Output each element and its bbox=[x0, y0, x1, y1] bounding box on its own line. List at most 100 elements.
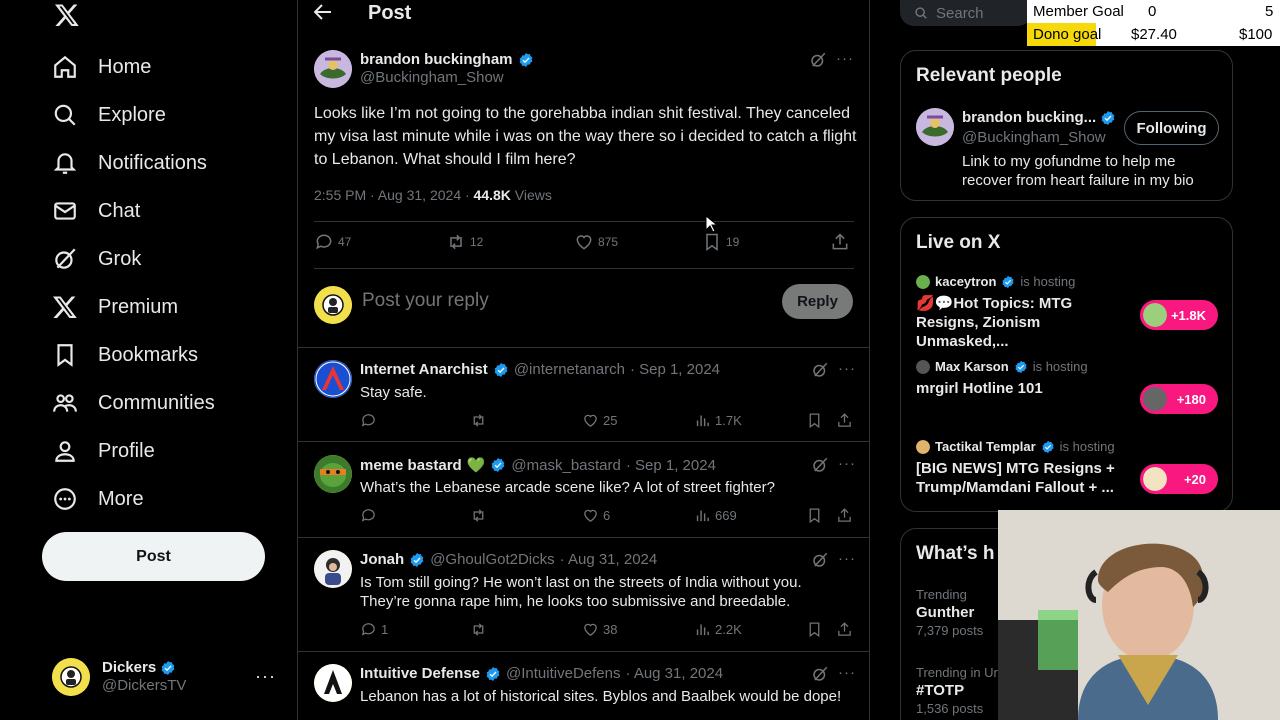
bookmark-button[interactable] bbox=[806, 507, 823, 524]
relevant-person-name[interactable]: brandon bucking... bbox=[962, 109, 1116, 126]
more-icon[interactable]: ··· bbox=[838, 550, 856, 567]
grok-icon[interactable] bbox=[811, 456, 829, 474]
views-button[interactable]: 2.2K bbox=[694, 621, 742, 638]
like-button[interactable]: 38 bbox=[582, 621, 617, 638]
listener-pill[interactable]: +1.8K bbox=[1140, 300, 1218, 330]
reply-author-handle[interactable]: @IntuitiveDefens bbox=[506, 665, 620, 682]
reply-button[interactable] bbox=[360, 507, 381, 524]
reply-button[interactable]: 47 bbox=[314, 232, 351, 252]
nav-communities[interactable]: Communities bbox=[52, 383, 215, 423]
live-space-item[interactable]: Tactikal Templar is hosting [BIG NEWS] M… bbox=[916, 439, 1221, 497]
reply-author-name[interactable]: Intuitive Defense bbox=[360, 665, 480, 682]
host-name: kaceytron bbox=[935, 274, 997, 289]
reply-date[interactable]: · Aug 31, 2024 bbox=[625, 665, 723, 682]
like-button[interactable]: 6 bbox=[582, 507, 610, 524]
back-arrow-icon[interactable] bbox=[313, 4, 332, 25]
reply-item[interactable]: Intuitive Defense @IntuitiveDefens · Aug… bbox=[298, 652, 870, 720]
repost-button[interactable]: 12 bbox=[446, 232, 483, 252]
account-switcher[interactable]: Dickers @DickersTV ··· bbox=[52, 656, 280, 698]
nav-more[interactable]: More bbox=[52, 479, 144, 519]
nav-premium[interactable]: Premium bbox=[52, 287, 178, 327]
reply-author-handle[interactable]: @mask_bastard bbox=[511, 457, 620, 474]
heart-icon bbox=[584, 509, 597, 522]
bookmark-count: 19 bbox=[726, 235, 740, 249]
more-icon[interactable]: ··· bbox=[836, 50, 854, 67]
verified-badge-icon bbox=[494, 362, 508, 377]
member-goal-current: 0 bbox=[1148, 3, 1157, 20]
listener-pill[interactable]: +180 bbox=[1140, 384, 1218, 414]
search-input[interactable]: Search bbox=[900, 0, 1032, 26]
share-button[interactable] bbox=[830, 232, 850, 252]
listener-pill[interactable]: +20 bbox=[1140, 464, 1218, 494]
relevant-person-handle[interactable]: @Buckingham_Show bbox=[962, 129, 1106, 146]
tweet-author-name[interactable]: brandon buckingham bbox=[360, 51, 534, 68]
share-button[interactable] bbox=[836, 621, 853, 638]
live-space-item[interactable]: kaceytron is hosting 💋💬Hot Topics: MTG R… bbox=[916, 274, 1221, 351]
views-button[interactable]: 1.7K bbox=[694, 412, 742, 429]
bookmark-button[interactable] bbox=[806, 621, 823, 638]
search-icon bbox=[915, 7, 927, 19]
reply-count: 1 bbox=[381, 622, 389, 637]
avatar[interactable] bbox=[314, 50, 352, 88]
reply-author-name[interactable]: meme bastard bbox=[360, 457, 462, 474]
reply-author-handle[interactable]: @GhoulGot2Dicks bbox=[430, 551, 554, 568]
bookmark-button[interactable] bbox=[806, 412, 823, 429]
share-button[interactable] bbox=[836, 412, 853, 429]
nav-home[interactable]: Home bbox=[52, 47, 151, 87]
more-icon[interactable]: ··· bbox=[255, 666, 276, 687]
avatar[interactable] bbox=[314, 455, 352, 493]
more-icon[interactable]: ··· bbox=[838, 455, 856, 472]
x-logo-icon[interactable] bbox=[54, 2, 80, 28]
reply-input[interactable] bbox=[362, 290, 762, 312]
avatar[interactable] bbox=[314, 550, 352, 588]
reply-item[interactable]: Jonah @GhoulGot2Dicks · Aug 31, 2024 ···… bbox=[298, 538, 870, 652]
nav-chat[interactable]: Chat bbox=[52, 191, 140, 231]
more-icon[interactable]: ··· bbox=[838, 360, 856, 377]
avatar[interactable] bbox=[314, 360, 352, 398]
nav-bookmarks[interactable]: Bookmarks bbox=[52, 335, 198, 375]
tweet-time[interactable]: 2:55 PM · Aug 31, 2024 · bbox=[314, 187, 474, 203]
reply-date[interactable]: · Aug 31, 2024 bbox=[560, 551, 658, 568]
stream-goal-overlay: Member Goal 0 5 Dono goal $27.40 $100 bbox=[1027, 0, 1280, 46]
reply-author-handle[interactable]: @internetanarch bbox=[514, 361, 625, 378]
reply-button[interactable]: 1 bbox=[360, 621, 388, 638]
tweet-author-handle[interactable]: @Buckingham_Show bbox=[360, 69, 504, 86]
share-button[interactable] bbox=[836, 507, 853, 524]
like-button[interactable]: 875 bbox=[574, 232, 618, 252]
reply-author-name[interactable]: Internet Anarchist bbox=[360, 361, 488, 378]
nav-explore[interactable]: Explore bbox=[52, 95, 166, 135]
bell-icon bbox=[53, 153, 77, 174]
trend-item[interactable]: Trending in Un #TOTP 1,536 posts bbox=[916, 665, 1001, 716]
reply-item[interactable]: meme bastard 💚 @mask_bastard · Sep 1, 20… bbox=[298, 443, 870, 538]
grok-icon[interactable] bbox=[811, 551, 829, 569]
nav-label: Bookmarks bbox=[98, 343, 199, 366]
repost-button[interactable] bbox=[470, 412, 491, 429]
avatar[interactable] bbox=[314, 664, 352, 702]
avatar[interactable] bbox=[916, 108, 954, 146]
grok-icon[interactable] bbox=[811, 361, 829, 379]
reply-date[interactable]: · Sep 1, 2024 bbox=[630, 361, 720, 378]
nav-profile[interactable]: Profile bbox=[52, 431, 155, 471]
nav-notifications[interactable]: Notifications bbox=[52, 143, 207, 183]
like-button[interactable]: 25 bbox=[582, 412, 617, 429]
more-icon[interactable]: ··· bbox=[838, 664, 856, 681]
reply-author-name[interactable]: Jonah bbox=[360, 551, 404, 568]
grok-icon[interactable] bbox=[809, 51, 827, 69]
trend-item[interactable]: Trending Gunther 7,379 posts bbox=[916, 587, 983, 638]
grok-icon[interactable] bbox=[811, 665, 829, 683]
nav-grok[interactable]: Grok bbox=[52, 239, 141, 279]
verified-badge-icon bbox=[161, 661, 175, 675]
bookmark-button[interactable]: 19 bbox=[702, 232, 739, 252]
reply-submit-button[interactable]: Reply bbox=[782, 284, 853, 319]
repost-button[interactable] bbox=[470, 621, 491, 638]
repost-button[interactable] bbox=[470, 507, 491, 524]
reply-item[interactable]: Internet Anarchist @internetanarch · Sep… bbox=[298, 348, 870, 442]
post-button[interactable]: Post bbox=[42, 532, 265, 581]
reply-button[interactable] bbox=[360, 412, 381, 429]
reply-actions: 25 1.7K bbox=[360, 412, 855, 432]
live-space-item[interactable]: Max Karson is hosting mrgirl Hotline 101… bbox=[916, 359, 1221, 414]
reply-date[interactable]: · Sep 1, 2024 bbox=[626, 457, 716, 474]
views-button[interactable]: 669 bbox=[694, 507, 737, 524]
following-button[interactable]: Following bbox=[1124, 111, 1219, 145]
like-count: 6 bbox=[603, 508, 611, 523]
